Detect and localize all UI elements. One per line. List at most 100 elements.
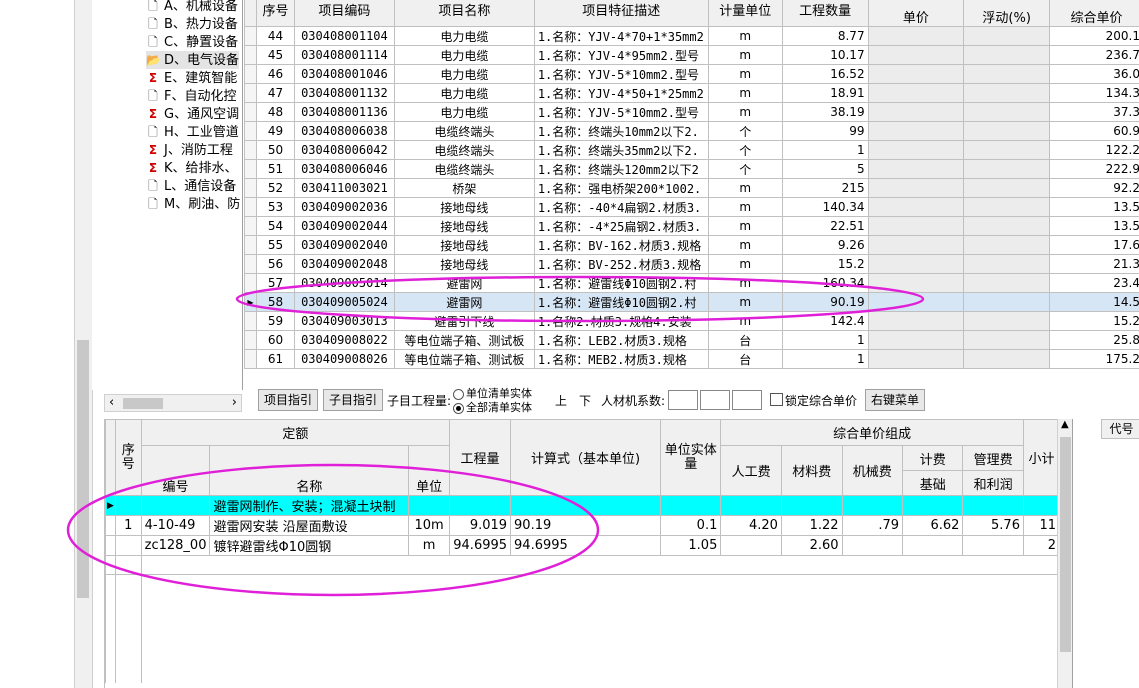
- empty-cell[interactable]: [450, 629, 511, 647]
- empty-cell[interactable]: [409, 665, 450, 683]
- radio-checked-icon[interactable]: [453, 402, 464, 414]
- radio-all-entity[interactable]: 全部清单实体: [453, 399, 532, 415]
- labor-coef-input[interactable]: [668, 390, 698, 410]
- cell-qty[interactable]: 9.019: [449, 515, 512, 536]
- left-vertical-scrollbar[interactable]: [74, 0, 93, 688]
- cell-price-input[interactable]: [867, 64, 965, 84]
- cell-machine[interactable]: [841, 535, 904, 556]
- cell-no[interactable]: 56: [255, 254, 295, 274]
- cell-qty[interactable]: 1: [781, 349, 869, 369]
- cell-formula[interactable]: 94.6995: [510, 535, 662, 556]
- cell-code[interactable]: 030409005024: [293, 292, 395, 312]
- col-subtotal[interactable]: 小计: [1022, 419, 1061, 496]
- cell-float[interactable]: [963, 235, 1051, 255]
- cell-name[interactable]: 接地母线: [393, 216, 535, 236]
- table-row[interactable]: 47 030408001132 电力电缆 1.名称：YJV-4*50+1*25mm2 m…: [244, 83, 1139, 103]
- cell-float[interactable]: [963, 349, 1051, 369]
- cell-entity[interactable]: 0.1: [660, 515, 722, 536]
- col-unit[interactable]: 单位: [408, 445, 451, 496]
- cell-desc[interactable]: 1.名称：YJV-4*50+1*25mm2: [533, 83, 709, 103]
- cell-unit-price[interactable]: 222.9: [1049, 159, 1139, 179]
- empty-cell[interactable]: [210, 665, 409, 683]
- empty-row[interactable]: [105, 647, 1060, 665]
- cell-unit[interactable]: m: [408, 535, 451, 556]
- row-header[interactable]: [105, 535, 116, 556]
- tree-item[interactable]: 🗋 L、通信设备: [146, 177, 236, 195]
- empty-cell[interactable]: [105, 629, 116, 647]
- cell-unit-price[interactable]: 13.5: [1049, 197, 1139, 217]
- empty-cell[interactable]: [511, 593, 661, 611]
- empty-cell[interactable]: [781, 593, 842, 611]
- cell-no[interactable]: 44: [255, 26, 295, 46]
- empty-cell[interactable]: [842, 647, 903, 665]
- table-row[interactable]: 53 030409002036 接地母线 1.名称：-40*4扁钢2.材质3. m 140…: [244, 197, 1139, 217]
- machine-coef-input[interactable]: [732, 390, 762, 410]
- col-no[interactable]: 序号: [114, 419, 142, 496]
- quota-vertical-scrollbar[interactable]: ▲: [1057, 419, 1073, 688]
- cell-code[interactable]: 030409002048: [293, 254, 395, 274]
- cell-desc[interactable]: 1.名称：-4*25扁钢2.材质3.: [533, 216, 709, 236]
- quota-row[interactable]: 1 4-10-49 避雷网安装 沿屋面敷设 10m 9.019 90.19 0.1 4.20 1…: [105, 515, 1061, 536]
- lock-price-checkbox[interactable]: [770, 393, 783, 406]
- table-row[interactable]: 61 030409008026 等电位端子箱、测试板 1.名称：MEB2.材质3.规格…: [244, 349, 1139, 369]
- cell-mgmt[interactable]: 5.76: [962, 515, 1024, 536]
- empty-cell[interactable]: [409, 611, 450, 629]
- empty-cell[interactable]: [962, 555, 1024, 575]
- col-labor[interactable]: 人工费: [720, 445, 782, 496]
- table-row[interactable]: 57 030409005014 避雷网 1.名称：避雷线Φ10圆钢2.村 m 160.34…: [244, 273, 1139, 293]
- table-row[interactable]: 44 030408001104 电力电缆 1.名称：YJV-4*70+1*35mm2 m…: [244, 26, 1139, 46]
- cell-float[interactable]: [963, 273, 1051, 293]
- empty-cell[interactable]: [1023, 647, 1059, 665]
- row-header[interactable]: [244, 64, 257, 84]
- col-header-no[interactable]: 序号: [255, 0, 295, 27]
- row-header[interactable]: [244, 197, 257, 217]
- col-composition[interactable]: 综合单价组成: [720, 419, 1024, 446]
- empty-row[interactable]: [105, 555, 1060, 575]
- cell-price-input[interactable]: [867, 235, 965, 255]
- tree-item[interactable]: Σ J、消防工程: [146, 141, 233, 159]
- cell-float[interactable]: [963, 216, 1051, 236]
- empty-cell[interactable]: [105, 574, 116, 593]
- cell-desc[interactable]: 1.名称：终端头35mm2以下2.: [533, 140, 709, 160]
- empty-cell[interactable]: [141, 665, 210, 683]
- cell-unit-price[interactable]: 14.5: [1049, 292, 1139, 312]
- cell-code[interactable]: 030408006038: [293, 121, 395, 141]
- empty-cell[interactable]: [903, 629, 963, 647]
- cell-float[interactable]: [963, 197, 1051, 217]
- cell-unit[interactable]: m: [707, 197, 783, 217]
- cell-float[interactable]: [963, 292, 1051, 312]
- empty-cell[interactable]: [721, 647, 782, 665]
- cell-unit[interactable]: 台: [707, 330, 783, 350]
- row-header[interactable]: ▶: [244, 292, 257, 312]
- cell-code[interactable]: 030409002036: [293, 197, 395, 217]
- cell-unit[interactable]: m: [707, 64, 783, 84]
- row-header[interactable]: [244, 45, 257, 65]
- cell-price-input[interactable]: [867, 197, 965, 217]
- cell-qty[interactable]: 18.91: [781, 83, 869, 103]
- col-formula[interactable]: 计算式（基本单位): [510, 419, 662, 496]
- cell-code[interactable]: 030408006042: [293, 140, 395, 160]
- col-header-price[interactable]: 单价: [867, 0, 965, 27]
- cell-unit-price[interactable]: 236.7: [1049, 45, 1139, 65]
- table-row[interactable]: 51 030408006046 电缆终端头 1.名称：终端头120mm2以下2 个 5 22…: [244, 159, 1139, 179]
- row-header[interactable]: [244, 235, 257, 255]
- cell-code[interactable]: 030408001132: [293, 83, 395, 103]
- scroll-thumb[interactable]: [1060, 437, 1071, 652]
- empty-cell[interactable]: [511, 665, 661, 683]
- empty-cell[interactable]: [721, 593, 782, 611]
- cell-no[interactable]: 49: [255, 121, 295, 141]
- cell-no[interactable]: 53: [255, 197, 295, 217]
- col-header-code[interactable]: 项目编码: [293, 0, 395, 27]
- col-code[interactable]: 编号: [140, 445, 211, 496]
- empty-cell[interactable]: [842, 611, 903, 629]
- sub-guide-button[interactable]: 子目指引: [323, 389, 384, 411]
- cell-float[interactable]: [963, 330, 1051, 350]
- empty-cell[interactable]: [450, 647, 511, 665]
- cell-desc[interactable]: 1.名称：MEB2.材质3.规格: [533, 349, 709, 369]
- cell-float[interactable]: [963, 254, 1051, 274]
- table-row[interactable]: 49 030408006038 电缆终端头 1.名称：终端头10mm2以下2. 个 99 6…: [244, 121, 1139, 141]
- row-header[interactable]: [244, 178, 257, 198]
- cell-name[interactable]: 避雷网: [393, 273, 535, 293]
- cell-desc[interactable]: 1.名称2.材质3.规格4.安装: [533, 311, 709, 331]
- scroll-left-icon[interactable]: ‹: [109, 395, 114, 410]
